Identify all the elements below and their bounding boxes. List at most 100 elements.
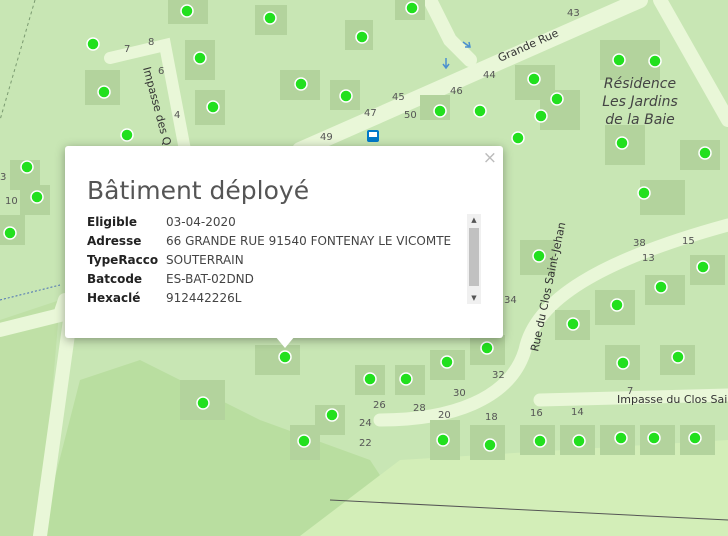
building-marker[interactable] [20,160,34,174]
field-value: 66 GRANDE RUE 91540 FONTENAY LE VICOMTE [166,233,452,248]
building-marker[interactable] [278,350,292,364]
street-label-impasse-clos-saint: Impasse du Clos Sai [617,393,727,406]
building-marker[interactable] [196,396,210,410]
house-number: 44 [483,70,496,81]
building-marker[interactable] [696,260,710,274]
house-number: 49 [320,132,333,143]
building-marker[interactable] [30,190,44,204]
house-number: 8 [148,37,154,48]
building-marker[interactable] [615,136,629,150]
building-marker[interactable] [534,109,548,123]
house-number: 45 [392,92,405,103]
building-marker[interactable] [480,341,494,355]
field-row-hexacle: Hexaclé 912442226L [87,288,465,305]
building-marker[interactable] [180,4,194,18]
building-marker[interactable] [671,350,685,364]
building-marker[interactable] [550,92,564,106]
house-number: 46 [450,86,463,97]
building-marker[interactable] [399,372,413,386]
house-number: 4 [174,110,180,121]
building-info-popup: × Bâtiment déployé Eligible 03-04-2020 A… [65,146,503,338]
building-marker[interactable] [612,53,626,67]
field-label: Hexaclé [87,290,141,305]
building-marker[interactable] [120,128,134,142]
scrollbar-thumb[interactable] [469,228,479,286]
building-marker[interactable] [405,1,419,15]
house-number: 18 [485,412,498,423]
field-value: SOUTERRAIN [166,252,244,267]
house-number: 30 [453,388,466,399]
building-marker[interactable] [206,100,220,114]
house-number: 3 [0,172,6,183]
building-marker[interactable] [436,433,450,447]
building-marker[interactable] [647,431,661,445]
building-marker[interactable] [3,226,17,240]
building-marker[interactable] [433,104,447,118]
field-row-typeracco: TypeRacco SOUTERRAIN [87,250,465,269]
building-marker[interactable] [193,51,207,65]
residence-label-line3: de la Baie [605,112,675,128]
building-marker[interactable] [86,37,100,51]
field-label: Batcode [87,271,143,286]
house-number: 28 [413,403,426,414]
house-number: 20 [438,410,451,421]
house-number: 47 [364,108,377,119]
house-number: 22 [359,438,372,449]
field-row-eligible: Eligible 03-04-2020 [87,212,465,231]
building-marker[interactable] [614,431,628,445]
building-marker[interactable] [263,11,277,25]
house-number: 34 [504,295,517,306]
building-marker[interactable] [527,72,541,86]
building-marker[interactable] [440,355,454,369]
house-number: 43 [567,8,580,19]
field-label: Adresse [87,233,142,248]
field-label: Eligible [87,214,137,229]
building-marker[interactable] [533,434,547,448]
house-number: 38 [633,238,646,249]
building-marker[interactable] [688,431,702,445]
bus-stop-icon[interactable] [367,130,379,142]
field-row-batcode: Batcode ES-BAT-02DND [87,269,465,288]
popup-pointer [275,336,295,348]
building-marker[interactable] [637,186,651,200]
house-number: 7 [627,386,633,397]
close-icon[interactable]: × [483,148,497,168]
scroll-up-icon[interactable]: ▲ [467,214,481,226]
building-marker[interactable] [616,356,630,370]
field-value: 912442226L [166,290,242,305]
popup-scrollbar[interactable]: ▲ ▼ [467,214,481,304]
building-marker[interactable] [339,89,353,103]
popup-title: Bâtiment déployé [87,176,310,205]
building-marker[interactable] [294,77,308,91]
building-marker[interactable] [97,85,111,99]
house-number: 15 [682,236,695,247]
house-number: 7 [124,44,130,55]
house-number: 6 [158,66,164,77]
building-marker[interactable] [654,280,668,294]
building-marker[interactable] [325,408,339,422]
residence-label-line2: Les Jardins [602,94,678,110]
popup-fields[interactable]: Eligible 03-04-2020 Adresse 66 GRANDE RU… [87,212,465,305]
field-value: ES-BAT-02DND [166,271,254,286]
building-marker[interactable] [511,131,525,145]
field-row-adresse: Adresse 66 GRANDE RUE 91540 FONTENAY LE … [87,231,465,250]
house-number: 16 [530,408,543,419]
building-marker[interactable] [572,434,586,448]
residence-label-line1: Résidence [604,76,676,92]
house-number: 26 [373,400,386,411]
field-value: 03-04-2020 [166,214,236,229]
building-marker[interactable] [698,146,712,160]
building-marker[interactable] [355,30,369,44]
building-marker[interactable] [566,317,580,331]
house-number: 50 [404,110,417,121]
building-marker[interactable] [648,54,662,68]
building-marker[interactable] [532,249,546,263]
building-marker[interactable] [610,298,624,312]
field-label: TypeRacco [87,252,159,267]
scroll-down-icon[interactable]: ▼ [467,292,481,304]
building-marker[interactable] [297,434,311,448]
building-marker[interactable] [473,104,487,118]
building-marker[interactable] [483,438,497,452]
house-number: 13 [642,253,655,264]
building-marker[interactable] [363,372,377,386]
